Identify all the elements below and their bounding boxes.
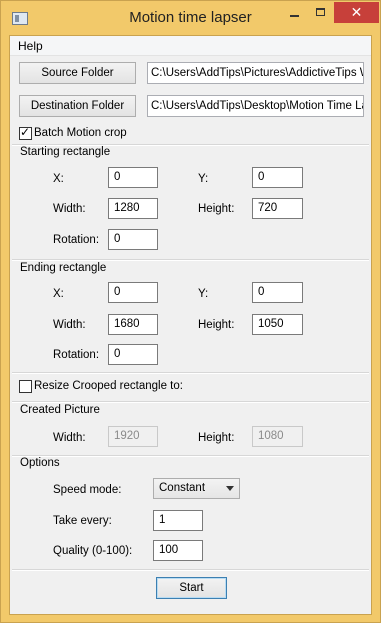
- end-x-label: X:: [53, 288, 64, 300]
- minimize-button[interactable]: [281, 2, 307, 23]
- start-width-label: Width:: [53, 203, 86, 215]
- start-x-input[interactable]: 0: [108, 167, 158, 188]
- end-rotation-input[interactable]: 0: [108, 344, 158, 365]
- created-picture-title: Created Picture: [20, 404, 100, 416]
- maximize-button[interactable]: [307, 2, 333, 23]
- end-x-input[interactable]: 0: [108, 282, 158, 303]
- destination-path-field[interactable]: C:\Users\AddTips\Desktop\Motion Time Lap…: [147, 95, 364, 117]
- end-y-input[interactable]: 0: [252, 282, 303, 303]
- end-width-label: Width:: [53, 319, 86, 331]
- speed-mode-value: Constant: [159, 482, 206, 494]
- menu-help[interactable]: Help: [18, 39, 43, 53]
- start-height-label: Height:: [198, 203, 235, 215]
- start-button[interactable]: Start: [156, 577, 227, 599]
- take-every-label: Take every:: [53, 515, 112, 527]
- destination-folder-button[interactable]: Destination Folder: [19, 95, 136, 117]
- section-divider: [12, 144, 369, 146]
- start-y-input[interactable]: 0: [252, 167, 303, 188]
- end-y-label: Y:: [198, 288, 209, 300]
- section-divider: [12, 569, 369, 571]
- close-button[interactable]: ✕: [334, 2, 379, 23]
- take-every-input[interactable]: 1: [153, 510, 203, 531]
- created-height-label: Height:: [198, 432, 235, 444]
- start-rotation-input[interactable]: 0: [108, 229, 158, 250]
- start-width-input[interactable]: 1280: [108, 198, 158, 219]
- batch-motion-crop-checkbox[interactable]: [19, 125, 32, 140]
- section-divider: [12, 401, 369, 403]
- maximize-icon: [315, 7, 325, 16]
- source-path-field[interactable]: C:\Users\AddTips\Pictures\AddictiveTips …: [147, 62, 364, 84]
- options-title: Options: [20, 457, 60, 469]
- app-window: Motion time lapser ✕ Help Source Folder …: [0, 0, 381, 623]
- end-rotation-label: Rotation:: [53, 349, 100, 361]
- created-width-input: 1920: [108, 426, 158, 447]
- speed-mode-select[interactable]: Constant: [153, 478, 240, 499]
- ending-rectangle-title: Ending rectangle: [20, 262, 107, 274]
- source-folder-button[interactable]: Source Folder: [19, 62, 136, 84]
- created-height-input: 1080: [252, 426, 303, 447]
- end-height-input[interactable]: 1050: [252, 314, 303, 335]
- resize-cropped-checkbox[interactable]: [19, 380, 32, 393]
- title-bar[interactable]: Motion time lapser ✕: [1, 1, 380, 35]
- batch-motion-crop-label: Batch Motion crop: [34, 127, 127, 139]
- close-icon: ✕: [350, 4, 363, 20]
- section-divider: [12, 259, 369, 261]
- speed-mode-label: Speed mode:: [53, 484, 122, 496]
- starting-rectangle-title: Starting rectangle: [20, 146, 111, 158]
- client-area: Help Source Folder C:\Users\AddTips\Pict…: [9, 35, 372, 615]
- quality-input[interactable]: 100: [153, 540, 203, 561]
- section-divider: [12, 455, 369, 457]
- chevron-down-icon: [226, 486, 234, 491]
- quality-label: Quality (0-100):: [53, 545, 133, 557]
- start-rotation-label: Rotation:: [53, 234, 100, 246]
- resize-cropped-label: Resize Crooped rectangle to:: [34, 380, 183, 392]
- section-divider: [12, 372, 369, 374]
- minimize-icon: [289, 14, 299, 17]
- start-y-label: Y:: [198, 173, 209, 185]
- end-width-input[interactable]: 1680: [108, 314, 158, 335]
- start-x-label: X:: [53, 173, 64, 185]
- menu-bar: Help: [10, 36, 371, 56]
- created-width-label: Width:: [53, 432, 86, 444]
- start-height-input[interactable]: 720: [252, 198, 303, 219]
- end-height-label: Height:: [198, 319, 235, 331]
